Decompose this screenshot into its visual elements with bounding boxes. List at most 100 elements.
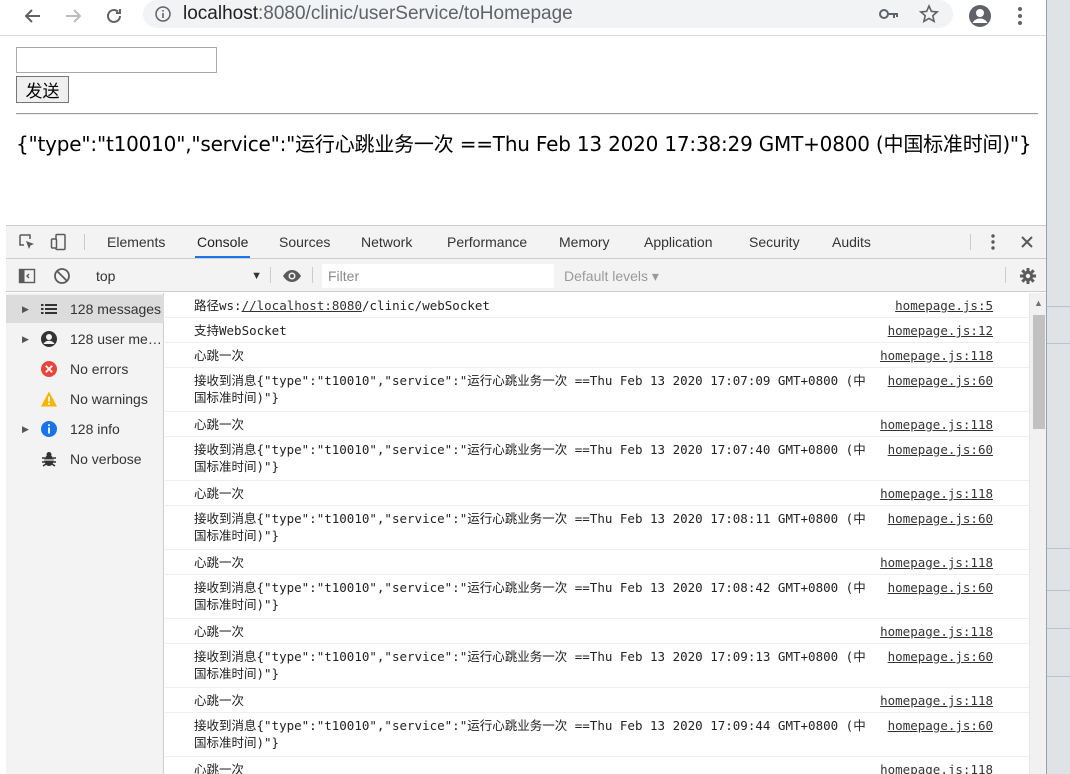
- console-log-row: 接收到消息{"type":"t10010","service":"运行心跳业务一…: [165, 644, 1029, 688]
- sidebar-item-errors[interactable]: No errors: [6, 355, 164, 383]
- back-button[interactable]: [19, 2, 47, 30]
- log-source-link[interactable]: homepage.js:118: [880, 692, 993, 709]
- console-log-row: 接收到消息{"type":"t10010","service":"运行心跳业务一…: [165, 713, 1029, 757]
- inspect-element-icon[interactable]: [18, 233, 36, 251]
- tab-elements[interactable]: Elements: [105, 226, 167, 258]
- console-log-row: 接收到消息{"type":"t10010","service":"运行心跳业务一…: [165, 437, 1029, 481]
- bookmark-button[interactable]: [918, 3, 940, 25]
- devtools-menu-button[interactable]: [984, 233, 1002, 251]
- forward-button[interactable]: [59, 2, 87, 30]
- tab-console[interactable]: Console: [195, 226, 251, 258]
- log-source-link[interactable]: homepage.js:118: [880, 416, 993, 433]
- console-log-message: 接收到消息{"type":"t10010","service":"运行心跳业务一…: [194, 372, 866, 406]
- key-button[interactable]: [878, 3, 900, 25]
- sidebar-item-messages[interactable]: ▶ 128 messages: [6, 295, 164, 323]
- toolbar-separator: [1005, 267, 1006, 283]
- caret-down-icon: ▼: [251, 270, 262, 282]
- sidebar-item-label: No verbose: [70, 451, 142, 467]
- log-source-link[interactable]: homepage.js:60: [888, 510, 993, 527]
- log-source-link[interactable]: homepage.js:60: [888, 579, 993, 596]
- console-sidebar: ▶ 128 messages ▶ 128 user messages No er…: [6, 293, 164, 774]
- log-message-text: 心跳一次: [194, 624, 245, 639]
- console-log-message: 接收到消息{"type":"t10010","service":"运行心跳业务一…: [194, 441, 866, 475]
- back-arrow-icon: [24, 9, 40, 23]
- url-text[interactable]: localhost:8080/clinic/userService/toHome…: [183, 3, 573, 25]
- clear-console-icon[interactable]: [53, 267, 71, 285]
- sidebar-item-label: 128 user messages: [70, 331, 162, 347]
- sidebar-item-user-messages[interactable]: ▶ 128 user messages: [6, 325, 164, 353]
- log-source-link[interactable]: homepage.js:118: [880, 761, 993, 774]
- log-levels-dropdown[interactable]: Default levels ▾: [564, 265, 659, 287]
- account-button[interactable]: [966, 2, 994, 30]
- log-source-link[interactable]: homepage.js:60: [888, 372, 993, 389]
- console-log-message: 心跳一次: [194, 416, 866, 433]
- show-sidebar-icon[interactable]: [18, 267, 36, 285]
- context-selector[interactable]: top ▼: [90, 265, 262, 287]
- expand-triangle-icon[interactable]: ▶: [22, 325, 29, 353]
- devtools-tab-bar: Elements Console Sources Network Perform…: [6, 226, 1046, 259]
- tab-audits[interactable]: Audits: [830, 226, 873, 258]
- log-source-link[interactable]: homepage.js:118: [880, 554, 993, 571]
- console-log-area[interactable]: 路径ws://localhost:8080/clinic/webSocket ho…: [165, 293, 1029, 774]
- log-message-text: 心跳一次: [194, 555, 245, 570]
- log-message-text: 心跳一次: [194, 417, 245, 432]
- sidebar-item-warnings[interactable]: No warnings: [6, 385, 164, 413]
- expand-triangle-icon[interactable]: ▶: [22, 295, 29, 323]
- response-text: {"type":"t10010","service":"运行心跳业务一次 ==T…: [16, 132, 1032, 156]
- log-source-link[interactable]: homepage.js:12: [888, 322, 993, 339]
- device-toolbar-icon[interactable]: [50, 233, 68, 251]
- sidebar-item-label: No warnings: [70, 391, 148, 407]
- console-log-row: 心跳一次 homepage.js:118: [165, 688, 1029, 713]
- background-divider: [1046, 343, 1070, 344]
- more-vert-icon: [991, 234, 995, 250]
- background-divider: [1046, 676, 1070, 677]
- background-window: [1046, 0, 1070, 774]
- message-input[interactable]: [16, 47, 217, 73]
- background-divider: [1046, 590, 1070, 591]
- tab-security[interactable]: Security: [747, 226, 802, 258]
- sidebar-item-label: 128 messages: [70, 301, 162, 317]
- send-button[interactable]: 发送: [16, 76, 69, 103]
- log-source-link[interactable]: homepage.js:5: [895, 297, 993, 314]
- close-icon: [1021, 236, 1033, 248]
- background-divider: [1046, 306, 1070, 307]
- expand-triangle-icon[interactable]: ▶: [22, 415, 29, 443]
- scroll-up-arrow-icon[interactable]: ▲: [1034, 298, 1043, 308]
- log-source-link[interactable]: homepage.js:118: [880, 623, 993, 640]
- close-devtools-button[interactable]: [1018, 233, 1036, 251]
- console-log-message: 心跳一次: [194, 485, 866, 502]
- tab-network[interactable]: Network: [359, 226, 414, 258]
- console-log-row: 心跳一次 homepage.js:118: [165, 757, 1029, 774]
- console-log-row: 接收到消息{"type":"t10010","service":"运行心跳业务一…: [165, 506, 1029, 550]
- console-filter-input[interactable]: [322, 264, 554, 288]
- tab-sources[interactable]: Sources: [277, 226, 332, 258]
- toolbar-separator: [270, 267, 271, 283]
- sidebar-item-info[interactable]: ▶ 128 info: [6, 415, 164, 443]
- log-source-link[interactable]: homepage.js:118: [880, 485, 993, 502]
- reload-button[interactable]: [100, 2, 128, 30]
- info-icon[interactable]: [155, 6, 171, 22]
- page-content: 发送 {"type":"t10010","service":"运行心跳业务一次 …: [0, 37, 1046, 225]
- log-source-link[interactable]: homepage.js:60: [888, 648, 993, 665]
- key-icon: [879, 9, 898, 19]
- console-log-message: 心跳一次: [194, 761, 866, 774]
- log-message-text: 接收到消息{"type":"t10010","service":"运行心跳业务一…: [194, 718, 866, 750]
- tab-memory[interactable]: Memory: [557, 226, 612, 258]
- console-log-message: 心跳一次: [194, 347, 866, 364]
- address-bar[interactable]: localhost:8080/clinic/userService/toHome…: [143, 0, 953, 28]
- log-message-link[interactable]: //localhost:8080: [242, 298, 362, 313]
- console-log-row: 心跳一次 homepage.js:118: [165, 412, 1029, 437]
- tab-application[interactable]: Application: [642, 226, 715, 258]
- log-source-link[interactable]: homepage.js:118: [880, 347, 993, 364]
- url-host: localhost: [183, 3, 258, 24]
- console-settings-gear-icon[interactable]: [1019, 267, 1037, 285]
- scrollbar-thumb[interactable]: [1033, 315, 1045, 429]
- log-source-link[interactable]: homepage.js:60: [888, 441, 993, 458]
- browser-menu-button[interactable]: [1006, 2, 1034, 30]
- tab-performance[interactable]: Performance: [445, 226, 529, 258]
- console-scrollbar[interactable]: ▲: [1029, 293, 1046, 774]
- sidebar-item-verbose[interactable]: No verbose: [6, 445, 164, 473]
- live-expression-eye-icon[interactable]: [282, 267, 302, 285]
- log-message-text: 心跳一次: [194, 762, 245, 774]
- log-source-link[interactable]: homepage.js:60: [888, 717, 993, 734]
